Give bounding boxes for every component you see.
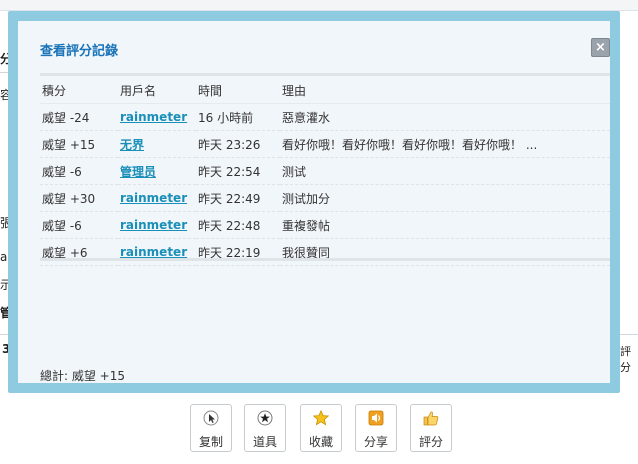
reason-cell: 惡意灌水 bbox=[280, 103, 610, 131]
table-row: 威望 +30 rainmeter 昨天 22:49 测试加分 bbox=[40, 184, 610, 212]
user-link[interactable]: rainmeter bbox=[120, 191, 187, 205]
table-row: 威望 +15 无界 昨天 23:26 看好你哦！看好你哦！看好你哦！看好你哦！ … bbox=[40, 130, 610, 158]
share-label: 分享 bbox=[363, 435, 388, 449]
time-cell: 昨天 22:54 bbox=[196, 157, 280, 185]
favorite-button[interactable]: 收藏 bbox=[300, 404, 342, 452]
rate-button[interactable]: 評分 bbox=[410, 404, 452, 452]
share-button[interactable]: 分享 bbox=[355, 404, 397, 452]
score-cell: 威望 -24 bbox=[40, 103, 118, 131]
dialog-title: 查看評分記錄 bbox=[40, 44, 119, 59]
time-cell: 昨天 22:48 bbox=[196, 211, 280, 239]
reason-cell: 测试加分 bbox=[280, 184, 610, 212]
cursor-icon bbox=[203, 410, 219, 426]
time-cell: 16 小時前 bbox=[196, 103, 280, 131]
time-cell: 昨天 22:19 bbox=[196, 238, 280, 266]
user-link[interactable]: 无界 bbox=[120, 138, 144, 152]
table-footer-divider bbox=[40, 258, 610, 261]
reason-cell: 看好你哦！看好你哦！看好你哦！看好你哦！ ... bbox=[280, 130, 610, 158]
thumbs-up-icon bbox=[423, 411, 439, 426]
header-divider bbox=[40, 73, 610, 76]
reason-cell: 测试 bbox=[280, 157, 610, 185]
reason-cell: 重複發帖 bbox=[280, 211, 610, 239]
rating-log-dialog: 查看評分記錄 × 積分 用戶名 時間 理由 威望 -24 rainmeter 1… bbox=[8, 11, 620, 393]
rate-label: 評分 bbox=[418, 435, 443, 449]
user-link[interactable]: 管理员 bbox=[120, 165, 156, 179]
table-header-row: 積分 用戶名 時間 理由 bbox=[40, 77, 610, 104]
star-icon bbox=[313, 410, 329, 426]
score-cell: 威望 +6 bbox=[40, 238, 118, 266]
share-icon bbox=[368, 410, 384, 426]
time-cell: 昨天 22:49 bbox=[196, 184, 280, 212]
table-row: 威望 -24 rainmeter 16 小時前 惡意灌水 bbox=[40, 103, 610, 131]
score-cell: 威望 +15 bbox=[40, 130, 118, 158]
rating-table: 積分 用戶名 時間 理由 威望 -24 rainmeter 16 小時前 惡意灌… bbox=[40, 77, 610, 266]
favorite-label: 收藏 bbox=[308, 435, 333, 449]
table-row: 威望 -6 rainmeter 昨天 22:48 重複發帖 bbox=[40, 211, 610, 239]
user-link[interactable]: rainmeter bbox=[120, 110, 187, 124]
column-header-time: 時間 bbox=[196, 77, 280, 104]
time-cell: 昨天 23:26 bbox=[196, 130, 280, 158]
close-button[interactable]: × bbox=[591, 38, 610, 57]
props-button[interactable]: 道具 bbox=[244, 404, 286, 452]
rating-total: 總計: 威望 +15 bbox=[40, 369, 125, 383]
user-link[interactable]: rainmeter bbox=[120, 245, 187, 259]
score-cell: 威望 -6 bbox=[40, 211, 118, 239]
column-header-score: 積分 bbox=[40, 77, 118, 104]
props-label: 道具 bbox=[252, 435, 277, 449]
score-cell: 威望 +30 bbox=[40, 184, 118, 212]
table-row: 威望 -6 管理员 昨天 22:54 测试 bbox=[40, 157, 610, 185]
column-header-reason: 理由 bbox=[280, 77, 610, 104]
copy-button[interactable]: 复制 bbox=[190, 404, 232, 452]
bg-fragment: 評分 bbox=[620, 345, 631, 374]
copy-label: 复制 bbox=[198, 435, 223, 449]
background-toolbar bbox=[0, 0, 638, 11]
reason-cell: 我很贊同 bbox=[280, 238, 610, 266]
user-link[interactable]: rainmeter bbox=[120, 218, 187, 232]
star-badge-icon bbox=[257, 410, 273, 426]
dialog-body: 查看評分記錄 × 積分 用戶名 時間 理由 威望 -24 rainmeter 1… bbox=[18, 21, 610, 383]
score-cell: 威望 -6 bbox=[40, 157, 118, 185]
column-header-user: 用戶名 bbox=[118, 77, 196, 104]
table-row: 威望 +6 rainmeter 昨天 22:19 我很贊同 bbox=[40, 238, 610, 266]
